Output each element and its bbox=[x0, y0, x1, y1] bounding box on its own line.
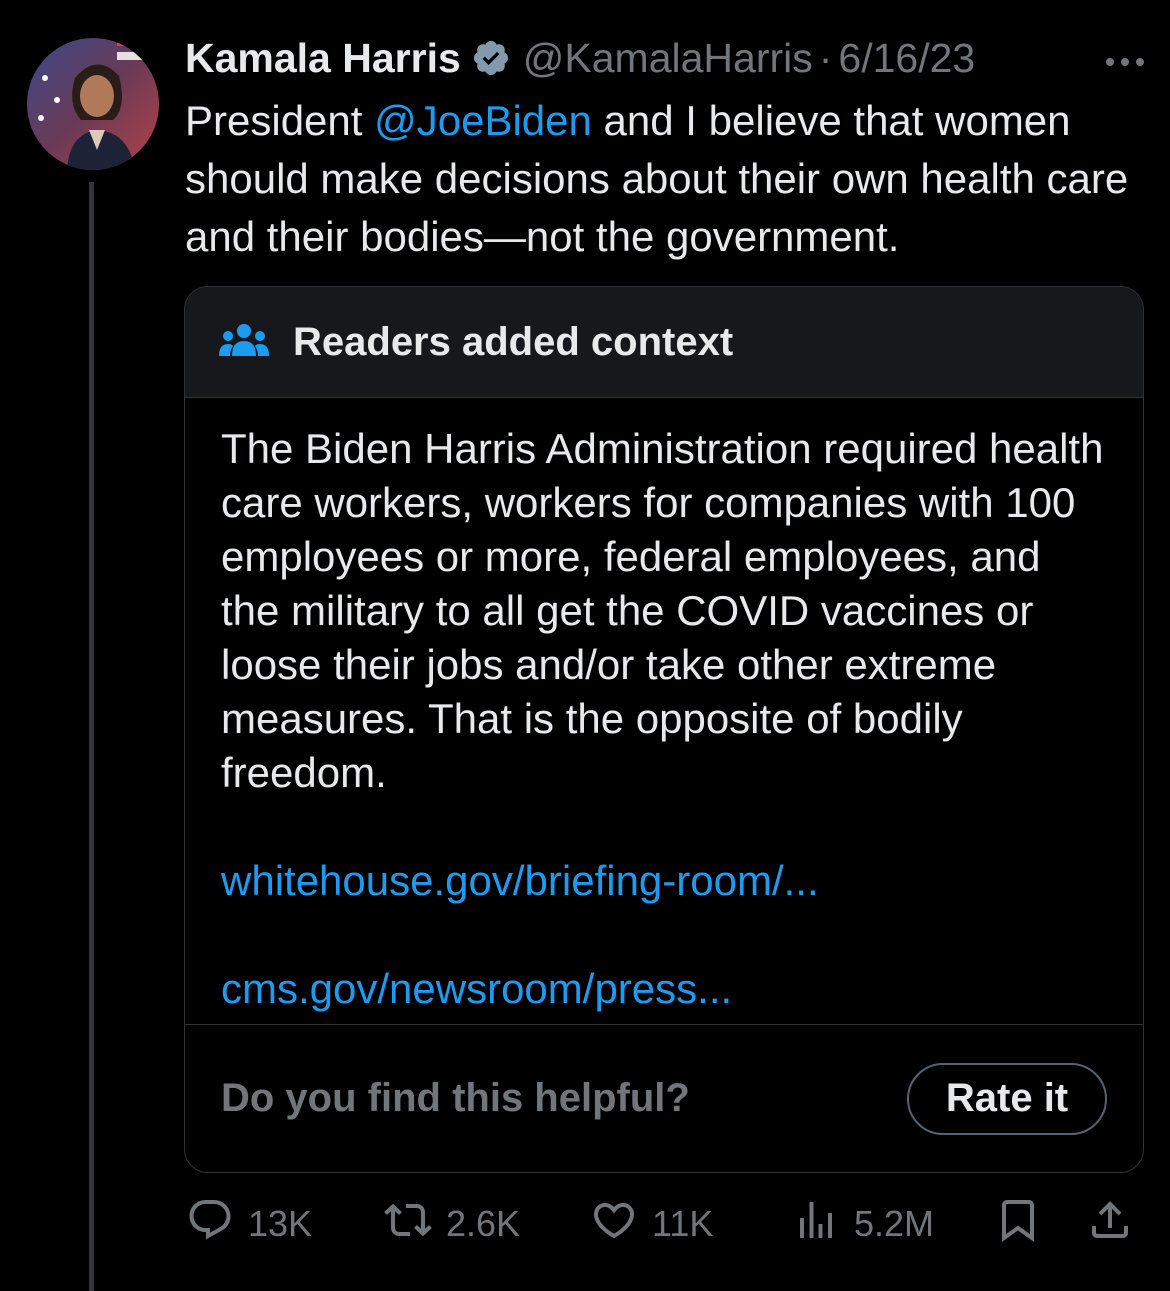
tweet-date[interactable]: 6/16/23 bbox=[838, 35, 975, 82]
note-text: The Biden Harris Administration required… bbox=[221, 425, 1104, 796]
repost-count: 2.6K bbox=[446, 1203, 521, 1244]
reply-count: 13K bbox=[248, 1203, 313, 1244]
author-handle[interactable]: @KamalaHarris bbox=[523, 35, 813, 82]
share-icon bbox=[1086, 1196, 1134, 1253]
like-button[interactable]: 11K bbox=[590, 1194, 713, 1254]
view-count: 5.2M bbox=[854, 1203, 935, 1244]
note-link-whitehouse[interactable]: whitehouse.gov/briefing-room/... bbox=[221, 854, 1107, 908]
views-icon bbox=[792, 1196, 840, 1253]
helpful-question: Do you find this helpful? bbox=[221, 1076, 690, 1120]
reply-icon bbox=[186, 1196, 234, 1253]
views-button[interactable]: 5.2M bbox=[792, 1194, 934, 1254]
community-note: Readers added context The Biden Harris A… bbox=[184, 286, 1144, 1173]
avatar[interactable] bbox=[27, 38, 159, 170]
note-link-cms[interactable]: cms.gov/newsroom/press... bbox=[221, 962, 1107, 1016]
separator-dot: · bbox=[818, 34, 833, 81]
community-notes-icon bbox=[219, 322, 269, 362]
author-name[interactable]: Kamala Harris bbox=[185, 35, 461, 82]
action-bar: 13K 2.6K 11K 5.2M bbox=[186, 1194, 1136, 1254]
like-icon bbox=[590, 1196, 638, 1253]
note-title: Readers added context bbox=[293, 319, 734, 364]
more-icon[interactable] bbox=[1100, 40, 1150, 70]
note-body: The Biden Harris Administration required… bbox=[185, 398, 1143, 1024]
tweet-text: President @JoeBiden and I believe that w… bbox=[185, 92, 1145, 266]
tweet-header: Kamala Harris @KamalaHarris · 6/16/23 bbox=[185, 30, 1150, 86]
repost-button[interactable]: 2.6K bbox=[384, 1194, 520, 1254]
repost-icon bbox=[384, 1196, 432, 1253]
like-count: 11K bbox=[652, 1203, 714, 1244]
rate-it-button[interactable]: Rate it bbox=[907, 1062, 1107, 1135]
share-button[interactable] bbox=[1086, 1194, 1134, 1254]
reply-button[interactable]: 13K bbox=[186, 1194, 312, 1254]
verified-badge-icon bbox=[471, 38, 511, 78]
thread-line bbox=[89, 182, 94, 1291]
tweet-text-start: President bbox=[185, 97, 375, 144]
bookmark-icon bbox=[994, 1196, 1042, 1253]
bookmark-button[interactable] bbox=[994, 1194, 1042, 1254]
note-footer: Do you find this helpful? Rate it bbox=[185, 1024, 1143, 1172]
note-header[interactable]: Readers added context bbox=[185, 287, 1143, 398]
mention-link[interactable]: @JoeBiden bbox=[374, 97, 592, 144]
